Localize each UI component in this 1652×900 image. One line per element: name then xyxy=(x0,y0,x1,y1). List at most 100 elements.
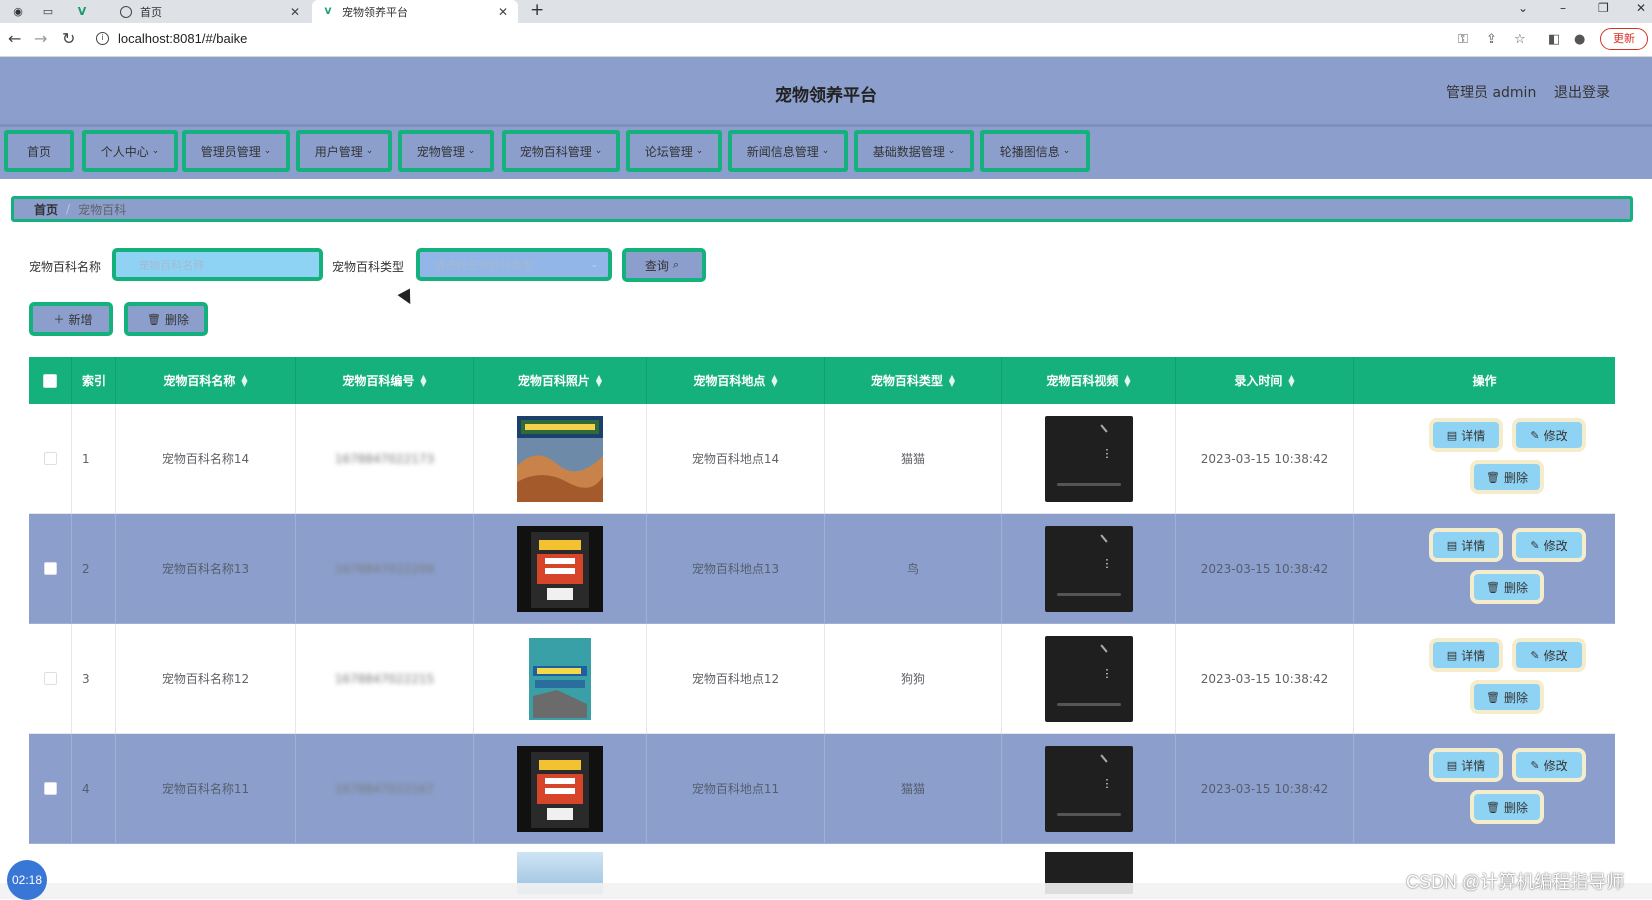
column-header-type[interactable]: 宠物百科类型 ▲ ▼ xyxy=(825,357,1002,404)
photo-thumbnail[interactable] xyxy=(517,635,603,722)
tab-search-chevron-icon[interactable]: ⌄ xyxy=(1518,0,1528,16)
sort-icon[interactable]: ▲ ▼ xyxy=(241,373,247,387)
sort-icon[interactable]: ▲ ▼ xyxy=(420,373,426,387)
sort-icon[interactable]: ▲ ▼ xyxy=(1288,373,1294,387)
delete-button[interactable]: 🗑 删除 xyxy=(1470,460,1544,494)
minimize-icon[interactable]: – xyxy=(1560,0,1566,16)
browser-tab-pet-platform[interactable]: V 宠物领养平台 ✕ xyxy=(312,0,518,23)
profile-avatar-icon[interactable]: ● xyxy=(1574,32,1585,48)
pinned-tab-globe-icon[interactable]: ◉ xyxy=(10,4,26,18)
delete-button[interactable]: 🗑 删除 xyxy=(1470,680,1544,714)
nav-item-forum-manage[interactable]: 论坛管理 ⌄ xyxy=(626,130,722,172)
nav-item-label: 宠物管理 xyxy=(416,144,465,159)
row-checkbox[interactable] xyxy=(43,672,57,685)
nav-item-admin-manage[interactable]: 管理员管理 ⌄ xyxy=(182,130,290,172)
more-options-icon[interactable]: ⋮ xyxy=(1102,558,1113,569)
name-filter-label: 宠物百科名称 xyxy=(29,260,102,274)
nav-item-personal-center[interactable]: 个人中心 ⌄ xyxy=(82,130,178,172)
nav-item-label: 个人中心 xyxy=(100,144,149,159)
delete-button[interactable]: 🗑 删除 xyxy=(1470,790,1544,824)
bookmark-star-icon[interactable]: ☆ xyxy=(1514,32,1526,48)
pinned-tab-vue-icon[interactable]: V xyxy=(74,4,90,18)
detail-button[interactable]: ▤ 详情 xyxy=(1429,748,1503,782)
nav-item-pet-manage[interactable]: 宠物管理 ⌄ xyxy=(398,130,494,172)
share-icon[interactable]: ⇪ xyxy=(1486,32,1497,48)
nav-item-home[interactable]: 首页 xyxy=(4,130,74,172)
side-panel-icon[interactable]: ◧ xyxy=(1548,32,1560,48)
photo-thumbnail[interactable] xyxy=(517,525,603,612)
window-close-icon[interactable]: ✕ xyxy=(1636,0,1646,16)
reload-icon[interactable]: ↻ xyxy=(62,30,75,48)
nav-item-pet-baike-manage[interactable]: 宠物百科管理 ⌄ xyxy=(502,130,620,172)
pinned-tab-page-icon[interactable]: ▭ xyxy=(40,4,56,18)
video-progress-bar[interactable] xyxy=(1056,812,1121,816)
close-tab-icon[interactable]: ✕ xyxy=(290,5,300,19)
logout-link[interactable]: 退出登录 xyxy=(1554,82,1610,102)
breadcrumb-home[interactable]: 首页 xyxy=(34,201,58,218)
row-checkbox[interactable] xyxy=(43,782,57,795)
photo-thumbnail[interactable] xyxy=(517,745,603,832)
video-player[interactable]: ⋮ xyxy=(1044,415,1133,502)
sort-icon[interactable]: ▲ ▼ xyxy=(949,373,955,387)
more-options-icon[interactable]: ⋮ xyxy=(1102,448,1113,459)
edit-pencil-icon: ✎ xyxy=(1530,428,1540,442)
more-options-icon[interactable]: ⋮ xyxy=(1102,668,1113,679)
video-player[interactable]: ⋮ xyxy=(1044,525,1133,612)
forward-arrow-icon[interactable]: → xyxy=(34,30,47,48)
restore-icon[interactable]: ❐ xyxy=(1598,0,1609,16)
browser-tab-bar: ◉ ▭ V 首页 ✕ V 宠物领养平台 ✕ + ⌄ – ❐ ✕ xyxy=(0,0,1652,23)
photo-thumbnail[interactable] xyxy=(517,415,603,502)
actions-cell: ▤ 详情 ✎ 修改 🗑 删除 xyxy=(1354,734,1615,844)
column-header-code[interactable]: 宠物百科编号 ▲ ▼ xyxy=(296,357,474,404)
column-header-photo[interactable]: 宠物百科照片 ▲ ▼ xyxy=(474,357,647,404)
row-checkbox[interactable] xyxy=(43,452,57,465)
video-player[interactable]: ⋮ xyxy=(1044,635,1133,722)
place-cell: 宠物百科地点13 xyxy=(647,514,825,624)
video-progress-bar[interactable] xyxy=(1056,702,1121,706)
url-text[interactable]: localhost:8081/#/baike xyxy=(118,31,247,46)
new-tab-icon[interactable]: + xyxy=(530,0,544,20)
photo-cell xyxy=(474,624,647,734)
detail-button[interactable]: ▤ 详情 xyxy=(1429,528,1503,562)
nav-item-basic-data-manage[interactable]: 基础数据管理 ⌄ xyxy=(854,130,974,172)
column-header-name[interactable]: 宠物百科名称 ▲ ▼ xyxy=(116,357,296,404)
browser-tab-home[interactable]: 首页 ✕ xyxy=(110,0,310,23)
detail-button[interactable]: ▤ 详情 xyxy=(1429,418,1503,452)
detail-button[interactable]: ▤ 详情 xyxy=(1429,638,1503,672)
globe-icon xyxy=(120,5,132,18)
batch-delete-button[interactable]: 🗑 删除 xyxy=(124,302,208,336)
name-search-input[interactable]: ⌕ 宠物百科名称 xyxy=(112,248,323,281)
sort-icon[interactable]: ▲ ▼ xyxy=(596,373,602,387)
add-button[interactable]: ＋ 新增 xyxy=(29,302,113,336)
more-options-icon[interactable]: ⋮ xyxy=(1102,778,1113,789)
delete-button[interactable]: 🗑 删除 xyxy=(1470,570,1544,604)
column-header-video[interactable]: 宠物百科视频 ▲ ▼ xyxy=(1002,357,1176,404)
nav-item-news-manage[interactable]: 新闻信息管理 ⌄ xyxy=(728,130,848,172)
video-progress-bar[interactable] xyxy=(1056,482,1121,486)
sort-icon[interactable]: ▲ ▼ xyxy=(771,373,777,387)
edit-button[interactable]: ✎ 修改 xyxy=(1512,638,1586,672)
select-all-checkbox[interactable] xyxy=(43,373,57,388)
site-info-icon[interactable]: i xyxy=(96,32,109,45)
edit-button[interactable]: ✎ 修改 xyxy=(1512,528,1586,562)
key-icon[interactable]: ⚿ xyxy=(1458,32,1468,48)
row-checkbox[interactable] xyxy=(43,562,57,575)
trash-icon: 🗑 xyxy=(1486,580,1500,594)
column-header-place[interactable]: 宠物百科地点 ▲ ▼ xyxy=(647,357,825,404)
edit-button[interactable]: ✎ 修改 xyxy=(1512,748,1586,782)
edit-button[interactable]: ✎ 修改 xyxy=(1512,418,1586,452)
column-header-created-time[interactable]: 录入时间 ▲ ▼ xyxy=(1176,357,1354,404)
nav-item-user-manage[interactable]: 用户管理 ⌄ xyxy=(296,130,392,172)
type-select[interactable]: 请选择宠物百科类型 ⌄ xyxy=(416,248,612,281)
close-tab-icon[interactable]: ✕ xyxy=(498,5,508,19)
nav-item-carousel-info[interactable]: 轮播图信息 ⌄ xyxy=(980,130,1090,172)
query-button[interactable]: 查询 ⌕ xyxy=(622,248,706,282)
video-progress-bar[interactable] xyxy=(1056,592,1121,596)
update-button[interactable]: 更新 xyxy=(1600,28,1648,50)
video-player[interactable]: ⋮ xyxy=(1044,745,1133,832)
code-cell: 1678847022167 xyxy=(296,734,474,844)
back-arrow-icon[interactable]: ← xyxy=(8,30,21,48)
sort-icon[interactable]: ▲ ▼ xyxy=(1124,373,1130,387)
type-cell: 鸟 xyxy=(825,514,1002,624)
index-value: 2 xyxy=(82,561,90,576)
